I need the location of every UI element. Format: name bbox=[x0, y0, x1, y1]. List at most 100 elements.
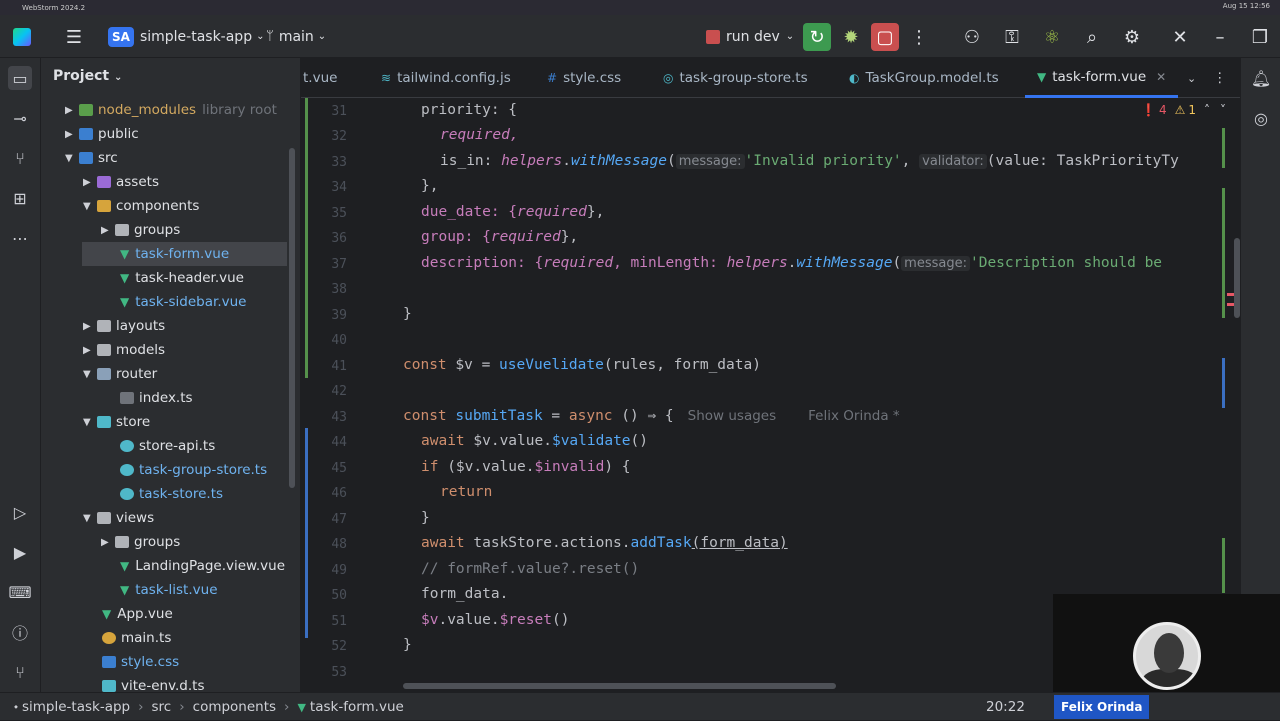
main-menu-icon[interactable]: ☰ bbox=[60, 23, 88, 51]
ai-assistant-icon[interactable]: ⚛ bbox=[1038, 23, 1066, 51]
search-icon[interactable]: ⌕ bbox=[1078, 23, 1106, 51]
run-config-selector[interactable]: run dev ⌄ bbox=[706, 15, 794, 58]
inspection-widget[interactable]: ❗ 4 ⚠ 1 ˄ ˅ bbox=[1141, 103, 1226, 117]
tree-item[interactable]: ▶ groups bbox=[101, 530, 180, 554]
tree-item[interactable]: task-group-store.ts bbox=[120, 458, 267, 482]
main-toolbar: ☰ SA simple-task-app ⌄ ᛘ main ⌄ run dev … bbox=[0, 15, 1280, 58]
code-line-44: await $v.value.$validate() bbox=[421, 433, 649, 449]
lock-search-icon[interactable]: ⚿ bbox=[998, 23, 1026, 51]
tree-item[interactable]: ▶ layouts bbox=[83, 314, 165, 338]
branch-switcher[interactable]: ᛘ main ⌄ bbox=[266, 15, 326, 58]
tab-tailwind-config[interactable]: ≋ tailwind.config.js bbox=[381, 58, 511, 98]
code-line-33: is_in: helpers.withMessage(message: 'Inva… bbox=[440, 153, 1179, 169]
tree-item[interactable]: store-api.ts bbox=[120, 434, 215, 458]
tree-item[interactable]: ▼ App.vue bbox=[102, 602, 173, 626]
tree-item[interactable]: ▶ public bbox=[65, 122, 139, 146]
line-number: 49 bbox=[331, 563, 347, 578]
tree-item[interactable]: ▼ task-sidebar.vue bbox=[120, 290, 246, 314]
breadcrumb-chevron-icon: ⬩ bbox=[14, 700, 18, 713]
error-stripe-marker bbox=[1222, 538, 1225, 593]
close-tab-icon[interactable]: ✕ bbox=[1156, 70, 1166, 84]
tree-item[interactable]: ▼ task-header.vue bbox=[120, 266, 244, 290]
breadcrumb-item[interactable]: src bbox=[152, 699, 172, 715]
tab-vue-file[interactable]: t.vue bbox=[303, 58, 337, 98]
chevron-up-icon[interactable]: ˄ bbox=[1204, 103, 1210, 117]
more-icon[interactable]: ⋮ bbox=[905, 23, 933, 51]
tab-style-css[interactable]: # style.css bbox=[547, 58, 621, 98]
tree-item-selected[interactable]: ▼ task-form.vue bbox=[82, 242, 287, 266]
maximize-icon[interactable]: ❐ bbox=[1246, 23, 1274, 51]
project-panel-title[interactable]: Project ⌄ bbox=[53, 68, 122, 84]
tree-item[interactable]: ▶ assets bbox=[83, 170, 159, 194]
code-line-36: group: {required}, bbox=[421, 229, 579, 245]
tree-item[interactable]: vite-env.d.ts bbox=[102, 674, 205, 692]
chevron-down-icon[interactable]: ˅ bbox=[1220, 103, 1226, 117]
debug-icon[interactable]: ✹ bbox=[837, 23, 865, 51]
webcam-overlay bbox=[1053, 594, 1280, 692]
line-number: 43 bbox=[331, 410, 347, 425]
add-user-icon[interactable]: ⚇ bbox=[958, 23, 986, 51]
tree-item[interactable]: ▼ views bbox=[83, 506, 154, 530]
editor-tabs: t.vue ≋ tailwind.config.js # style.css ◎ ta… bbox=[301, 58, 1240, 98]
tab-task-group-store[interactable]: ◎ task-group-store.ts bbox=[663, 58, 808, 98]
project-switcher[interactable]: SA simple-task-app ⌄ bbox=[108, 15, 264, 58]
tree-item[interactable]: ▼ LandingPage.view.vue bbox=[120, 554, 285, 578]
terminal-icon[interactable]: ⌨ bbox=[8, 580, 32, 604]
code-line-32: required, bbox=[440, 127, 519, 143]
left-tool-strip: ▭ ⊸ ⑂ ⊞ ⋯ ▷ ▶ ⌨ ⓘ ⑂ bbox=[0, 58, 41, 692]
pull-request-icon[interactable]: ⑂ bbox=[8, 146, 32, 170]
vue-icon: ▼ bbox=[297, 700, 306, 714]
code-line-45: if ($v.value.$invalid) { bbox=[421, 459, 631, 475]
chevron-down-icon: ⌄ bbox=[256, 31, 265, 42]
project-scrollbar[interactable] bbox=[289, 148, 295, 488]
rerun-icon[interactable]: ↻ bbox=[803, 23, 831, 51]
line-number: 38 bbox=[331, 282, 347, 297]
ai-chat-icon[interactable]: ◎ bbox=[1249, 106, 1273, 130]
system-app-name: WebStorm 2024.2 bbox=[22, 3, 86, 12]
tree-item[interactable]: ▼ router bbox=[83, 362, 157, 386]
more-tools-icon[interactable]: ⋯ bbox=[8, 226, 32, 250]
line-number: 44 bbox=[331, 435, 347, 450]
line-number: 37 bbox=[331, 257, 347, 272]
project-name: simple-task-app bbox=[139, 28, 253, 45]
tree-item[interactable]: ▼ src bbox=[65, 146, 118, 170]
caret-position[interactable]: 20:22 bbox=[986, 693, 1025, 721]
minimize-icon[interactable]: – bbox=[1206, 23, 1234, 51]
run-icon[interactable]: ▶ bbox=[8, 540, 32, 564]
system-bar: WebStorm 2024.2 Aug 15 12:56 bbox=[0, 0, 1280, 15]
tab-taskgroup-model[interactable]: ◐ TaskGroup.model.ts bbox=[849, 58, 999, 98]
tabs-overflow-icon[interactable]: ⌄ bbox=[1187, 58, 1196, 98]
tree-item[interactable]: style.css bbox=[102, 650, 179, 674]
close-icon[interactable]: ✕ bbox=[1166, 23, 1194, 51]
tree-item[interactable]: task-store.ts bbox=[120, 482, 223, 506]
git-icon[interactable]: ⑂ bbox=[8, 660, 32, 684]
editor-horizontal-scrollbar[interactable] bbox=[403, 683, 836, 689]
commit-icon[interactable]: ⊸ bbox=[8, 106, 32, 130]
tree-item[interactable]: ▼ store bbox=[83, 410, 150, 434]
tree-item[interactable]: ▶ node_modules library root bbox=[65, 98, 277, 122]
tree-item[interactable]: ▶ models bbox=[83, 338, 165, 362]
services-icon[interactable]: ▷ bbox=[8, 500, 32, 524]
line-number: 35 bbox=[331, 206, 347, 221]
tree-item[interactable]: main.ts bbox=[102, 626, 171, 650]
breadcrumb-item[interactable]: simple-task-app bbox=[22, 699, 130, 715]
code-author-hint[interactable]: Felix Orinda * bbox=[808, 408, 899, 424]
gear-icon[interactable]: ⚙ bbox=[1118, 23, 1146, 51]
tree-item[interactable]: ▶ groups bbox=[101, 218, 180, 242]
folder-icon[interactable]: ▭ bbox=[8, 66, 32, 90]
line-number: 42 bbox=[331, 384, 347, 399]
problems-icon[interactable]: ⓘ bbox=[8, 620, 32, 644]
tree-item[interactable]: ▼ components bbox=[83, 194, 199, 218]
breadcrumb-item[interactable]: task-form.vue bbox=[310, 699, 404, 715]
tab-task-form[interactable]: ▼ task-form.vue ✕ bbox=[1025, 58, 1179, 98]
structure-icon[interactable]: ⊞ bbox=[8, 186, 32, 210]
show-usages-link[interactable]: Show usages bbox=[688, 408, 777, 424]
line-number: 41 bbox=[331, 359, 347, 374]
tree-item[interactable]: index.ts bbox=[120, 386, 193, 410]
tree-item[interactable]: ▼ task-list.vue bbox=[120, 578, 218, 602]
webstorm-logo-icon[interactable] bbox=[8, 23, 36, 51]
notifications-icon[interactable]: 🔔︎ bbox=[1249, 66, 1273, 90]
stop-icon[interactable]: ▢ bbox=[871, 23, 899, 51]
tabs-more-icon[interactable]: ⋮ bbox=[1213, 58, 1227, 98]
breadcrumb-item[interactable]: components bbox=[193, 699, 276, 715]
